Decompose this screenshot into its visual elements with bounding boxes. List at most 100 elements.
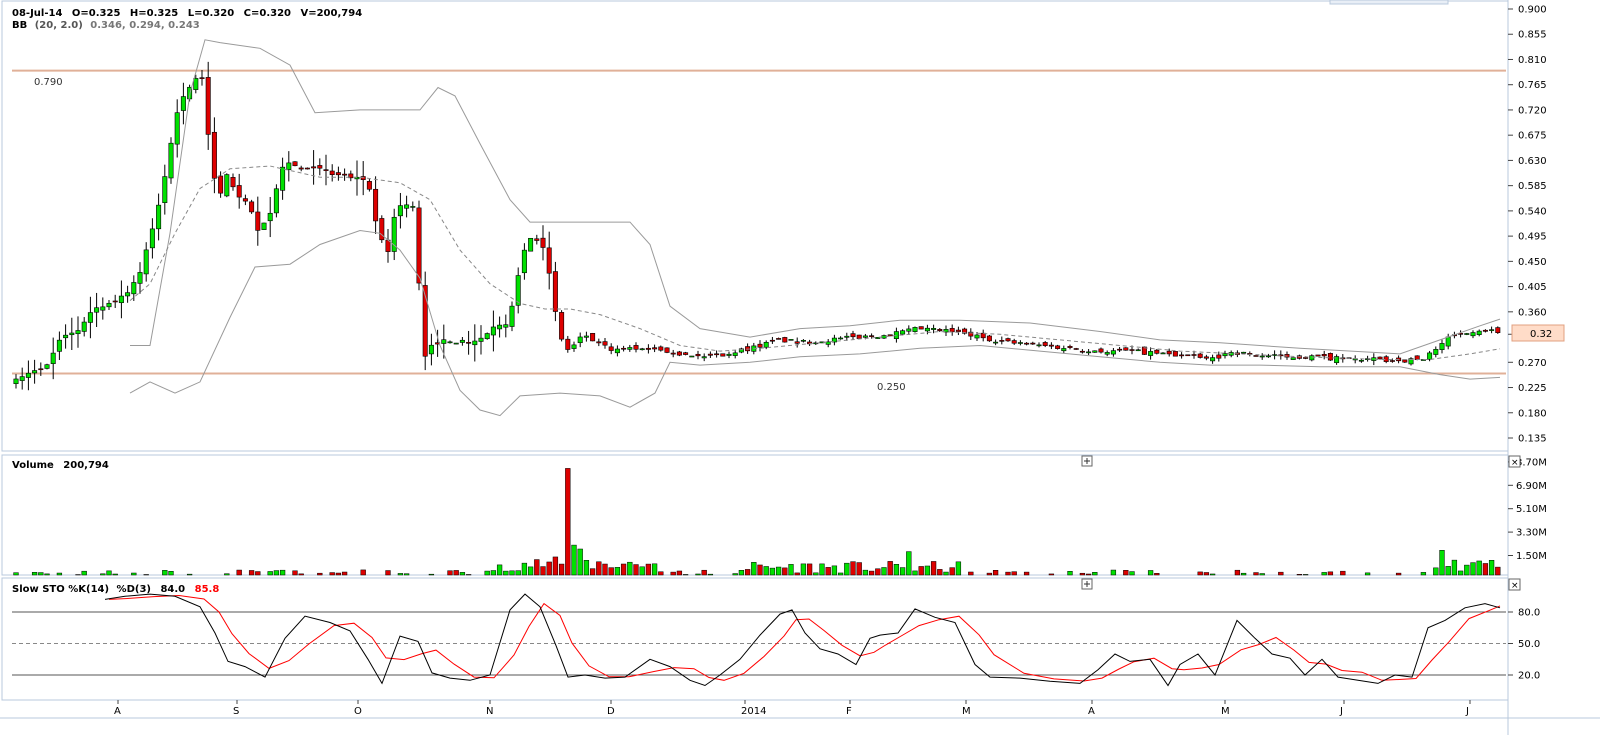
volume-bar xyxy=(702,570,707,575)
volume-bar xyxy=(528,567,533,575)
volume-bar xyxy=(293,571,298,575)
volume-bar xyxy=(851,562,856,575)
volume-bar xyxy=(1080,573,1085,575)
bb-values: 0.346, 0.294, 0.243 xyxy=(90,20,199,31)
volume-bar xyxy=(38,573,43,575)
stoch-k-period: (14) xyxy=(86,584,109,595)
candle xyxy=(733,353,737,356)
volume-bar xyxy=(1477,561,1482,575)
candle xyxy=(1099,349,1103,352)
price-axis-label: 0.225 xyxy=(1518,383,1547,394)
price-axis-label: 0.765 xyxy=(1518,80,1547,91)
candle xyxy=(1477,331,1481,335)
volume-axis-label: 6.90M xyxy=(1516,481,1547,492)
candle xyxy=(330,171,334,175)
candle xyxy=(696,354,700,356)
volume-bar xyxy=(1340,571,1345,575)
candle xyxy=(76,331,80,334)
candle xyxy=(1167,351,1171,354)
candle xyxy=(553,272,557,312)
candle xyxy=(1204,357,1208,358)
volume-panel-maximize-button[interactable] xyxy=(1082,456,1092,466)
candle xyxy=(39,369,43,370)
volume-bar xyxy=(1130,572,1135,575)
candle xyxy=(429,345,433,354)
svg-text:BB (20, 2.0) 0.346: BB (20, 2.0) 0.346, 0.294, 0.243 xyxy=(12,20,200,31)
candle xyxy=(1037,345,1041,346)
candle xyxy=(535,239,539,241)
volume-bar xyxy=(1446,566,1451,575)
candle xyxy=(1217,355,1221,358)
volume-bar xyxy=(1049,574,1054,575)
candle xyxy=(1043,342,1047,345)
volume-bar xyxy=(1452,560,1457,575)
volume-bar xyxy=(280,570,285,575)
chart-canvas: 0.9000.8550.8100.7650.7200.6750.6300.585… xyxy=(0,0,1600,735)
volume-bar xyxy=(510,571,515,575)
x-axis-label: J xyxy=(1465,706,1469,717)
candle xyxy=(931,328,935,329)
volume-bar xyxy=(361,570,366,575)
volume-bar xyxy=(553,557,558,575)
volume-axis-label: 5.10M xyxy=(1516,504,1547,515)
candle xyxy=(950,328,954,332)
candle xyxy=(609,347,613,351)
price-axis-label: 0.675 xyxy=(1518,131,1547,142)
volume-bar xyxy=(255,572,260,575)
candle xyxy=(1080,351,1084,352)
price-axis-label: 0.900 xyxy=(1518,5,1547,16)
candle xyxy=(851,334,855,337)
candle xyxy=(299,168,303,169)
volume-bar xyxy=(1068,571,1073,575)
candle xyxy=(888,335,892,336)
candle xyxy=(373,189,377,221)
volume-bar xyxy=(249,570,254,575)
candle xyxy=(1111,351,1115,354)
volume-bar xyxy=(677,571,682,575)
ohlc-date: 08-Jul-14 xyxy=(12,8,62,19)
stoch-panel-close-button[interactable]: × xyxy=(1509,579,1520,591)
candle xyxy=(714,354,718,355)
candle xyxy=(621,348,625,349)
volume-bar xyxy=(956,562,961,575)
volume-bar xyxy=(875,569,880,575)
candle xyxy=(1074,348,1078,349)
candle xyxy=(1198,354,1202,358)
candle xyxy=(559,312,563,339)
price-axis-label: 0.855 xyxy=(1518,30,1547,41)
candle xyxy=(14,379,18,384)
candle xyxy=(200,78,204,79)
ohlc-open: O=0.325 xyxy=(72,8,121,19)
candle xyxy=(311,167,315,168)
candle xyxy=(634,345,638,349)
candle xyxy=(1006,339,1010,341)
volume-bar xyxy=(131,573,136,575)
candle xyxy=(1210,358,1214,361)
candle xyxy=(801,340,805,341)
volume-bar xyxy=(14,573,19,575)
x-axis-label: N xyxy=(486,706,493,717)
ohlc-close: C=0.320 xyxy=(244,8,291,19)
stoch-panel-maximize-button[interactable] xyxy=(1082,579,1092,589)
candle xyxy=(113,301,117,302)
candle xyxy=(150,229,154,248)
top-scrollbar[interactable] xyxy=(1330,0,1448,4)
candle xyxy=(1434,349,1438,354)
candle xyxy=(32,371,36,373)
volume-bar xyxy=(801,564,806,575)
candle xyxy=(683,353,687,355)
volume-bar xyxy=(882,567,887,575)
candle xyxy=(646,348,650,349)
resistance-label: 0.790 xyxy=(34,77,63,88)
volume-bar xyxy=(82,571,87,575)
volume-panel-close-button[interactable]: × xyxy=(1509,456,1520,468)
candle xyxy=(1471,333,1475,336)
candle xyxy=(88,313,92,323)
volume-bar xyxy=(1123,570,1128,575)
x-axis-label: J xyxy=(1339,706,1343,717)
svg-text:08-Jul-14 O=0.325: 08-Jul-14 O=0.325 H=0.325 L=0.320 C=0.32… xyxy=(12,8,362,19)
volume-bar xyxy=(1328,572,1333,575)
candle xyxy=(404,205,408,208)
volume-bar xyxy=(32,572,37,575)
candle xyxy=(677,352,681,355)
